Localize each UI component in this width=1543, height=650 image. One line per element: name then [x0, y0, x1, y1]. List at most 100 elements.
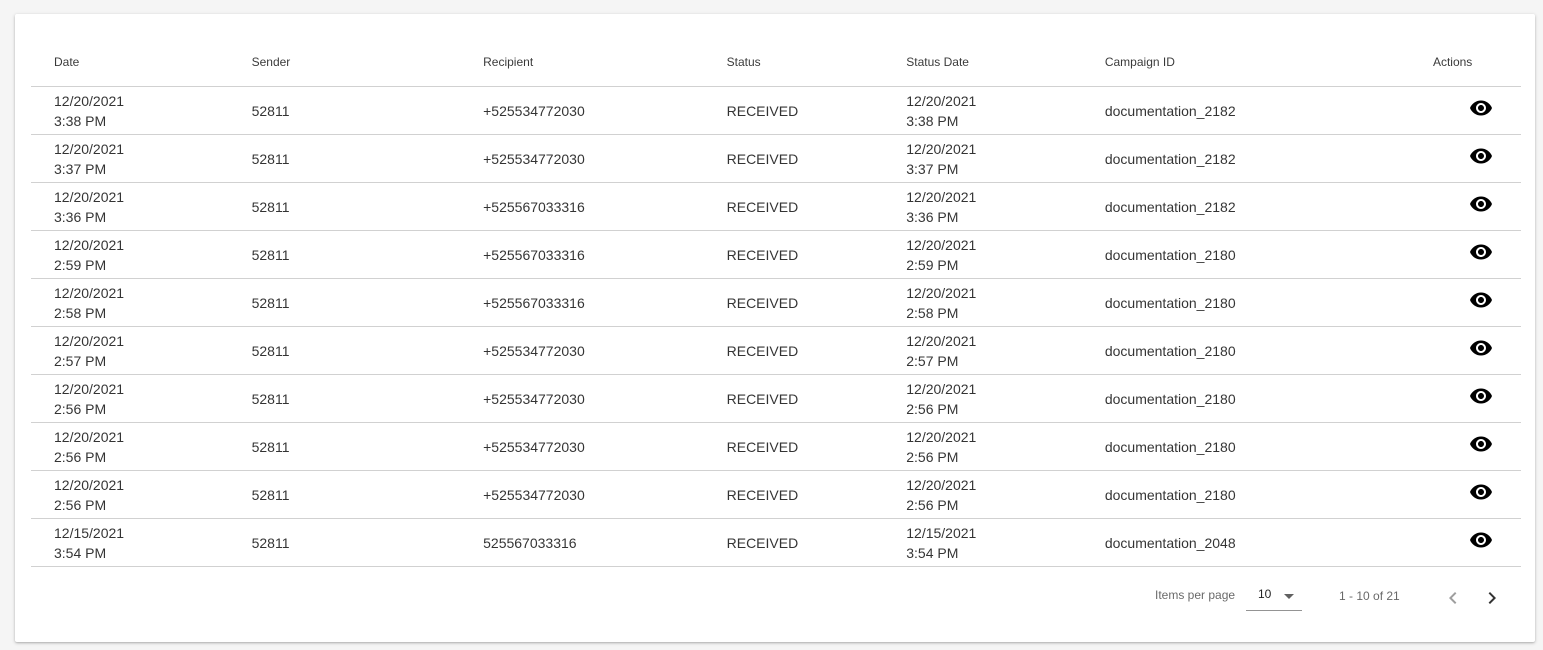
messages-table: Date Sender Recipient Status Status Date…: [31, 38, 1521, 567]
items-per-page-value: 10: [1258, 587, 1272, 601]
date-cell: 12/20/2021 2:57 PM: [31, 331, 252, 371]
status-time-value: 3:54 PM: [906, 544, 959, 561]
sender-cell: 52811: [251, 294, 290, 311]
time-value: 2:56 PM: [54, 400, 107, 417]
eye-icon[interactable]: [1468, 239, 1494, 265]
eye-icon[interactable]: [1468, 143, 1494, 169]
sender-cell: 52811: [251, 342, 290, 359]
sender-cell: 52811: [251, 486, 290, 503]
recipient-cell: +525534772030: [483, 438, 585, 455]
previous-page-button[interactable]: [1441, 586, 1465, 610]
items-per-page-select[interactable]: 10: [1246, 584, 1302, 611]
messages-table-card: Date Sender Recipient Status Status Date…: [15, 14, 1535, 642]
table-row: 12/20/2021 3:36 PM 52811 +525567033316 RECEI…: [31, 183, 1521, 231]
status-cell: RECEIVED: [726, 534, 799, 551]
recipient-cell: +525534772030: [483, 390, 585, 407]
column-header-date[interactable]: Date: [31, 55, 252, 69]
campaign-id-cell: documentation_2180: [1104, 294, 1236, 311]
status-date-value: 12/20/2021: [906, 92, 977, 109]
status-cell: RECEIVED: [726, 390, 799, 407]
table-row: 12/20/2021 2:57 PM 52811 +525534772030 RECEI…: [31, 327, 1521, 375]
time-value: 3:38 PM: [54, 112, 107, 129]
column-header-recipient[interactable]: Recipient: [483, 55, 727, 69]
date-cell: 12/20/2021 2:56 PM: [31, 475, 252, 515]
campaign-id-cell: documentation_2048: [1104, 534, 1236, 551]
date-cell: 12/20/2021 3:38 PM: [31, 91, 252, 131]
campaign-id-cell: documentation_2180: [1104, 438, 1236, 455]
status-date-cell: 12/20/2021 3:38 PM: [906, 91, 1105, 131]
status-cell: RECEIVED: [726, 438, 799, 455]
status-time-value: 2:58 PM: [906, 304, 959, 321]
sender-cell: 52811: [251, 198, 290, 215]
table-body: 12/20/2021 3:38 PM 52811 +525534772030 RECEI…: [31, 87, 1521, 567]
table-row: 12/20/2021 2:56 PM 52811 +525534772030 RECEI…: [31, 471, 1521, 519]
date-value: 12/20/2021: [54, 428, 125, 445]
campaign-id-cell: documentation_2180: [1104, 342, 1236, 359]
eye-icon[interactable]: [1468, 95, 1494, 121]
sender-cell: 52811: [251, 102, 290, 119]
actions-cell: [1384, 100, 1521, 121]
campaign-id-cell: documentation_2180: [1104, 246, 1236, 263]
status-date-value: 12/20/2021: [906, 380, 977, 397]
date-value: 12/20/2021: [54, 380, 125, 397]
status-date-value: 12/20/2021: [906, 284, 977, 301]
status-time-value: 2:56 PM: [906, 448, 959, 465]
status-date-cell: 12/20/2021 2:58 PM: [906, 283, 1105, 323]
eye-icon[interactable]: [1468, 335, 1494, 361]
status-date-value: 12/20/2021: [906, 332, 977, 349]
table-row: 12/20/2021 3:38 PM 52811 +525534772030 RECEI…: [31, 87, 1521, 135]
date-value: 12/20/2021: [54, 476, 125, 493]
time-value: 3:54 PM: [54, 544, 107, 561]
column-header-status[interactable]: Status: [727, 55, 907, 69]
table-row: 12/20/2021 2:56 PM 52811 +525534772030 RECEI…: [31, 375, 1521, 423]
table-row: 12/20/2021 3:37 PM 52811 +525534772030 RECEI…: [31, 135, 1521, 183]
status-date-cell: 12/20/2021 2:59 PM: [906, 235, 1105, 275]
next-page-button[interactable]: [1480, 586, 1504, 610]
sender-cell: 52811: [251, 534, 290, 551]
actions-cell: [1384, 532, 1521, 553]
table-row: 12/20/2021 2:56 PM 52811 +525534772030 RECEI…: [31, 423, 1521, 471]
time-value: 2:59 PM: [54, 256, 107, 273]
sender-cell: 52811: [251, 246, 290, 263]
status-date-cell: 12/20/2021 2:56 PM: [906, 427, 1105, 467]
campaign-id-cell: documentation_2180: [1104, 486, 1236, 503]
time-value: 2:56 PM: [54, 496, 107, 513]
eye-icon[interactable]: [1468, 479, 1494, 505]
status-date-cell: 12/20/2021 3:37 PM: [906, 139, 1105, 179]
status-date-value: 12/20/2021: [906, 476, 977, 493]
status-date-value: 12/20/2021: [906, 428, 977, 445]
status-time-value: 2:56 PM: [906, 496, 959, 513]
date-cell: 12/20/2021 2:59 PM: [31, 235, 252, 275]
date-value: 12/20/2021: [54, 140, 125, 157]
chevron-left-icon: [1449, 592, 1457, 604]
recipient-cell: +525534772030: [483, 486, 585, 503]
page-range-label: 1 - 10 of 21: [1339, 589, 1400, 603]
recipient-cell: +525567033316: [483, 198, 585, 215]
status-cell: RECEIVED: [726, 294, 799, 311]
column-header-status-date[interactable]: Status Date: [906, 55, 1105, 69]
status-time-value: 2:59 PM: [906, 256, 959, 273]
actions-cell: [1384, 436, 1521, 457]
items-per-page-label: Items per page: [1155, 588, 1236, 602]
campaign-id-cell: documentation_2182: [1104, 102, 1236, 119]
column-header-sender[interactable]: Sender: [252, 55, 484, 69]
eye-icon[interactable]: [1468, 191, 1494, 217]
status-date-value: 12/20/2021: [906, 140, 977, 157]
column-header-campaign-id[interactable]: Campaign ID: [1105, 55, 1384, 69]
eye-icon[interactable]: [1468, 287, 1494, 313]
date-cell: 12/20/2021 3:37 PM: [31, 139, 252, 179]
eye-icon[interactable]: [1468, 527, 1494, 553]
eye-icon[interactable]: [1468, 431, 1494, 457]
date-cell: 12/20/2021 3:36 PM: [31, 187, 252, 227]
time-value: 3:37 PM: [54, 160, 107, 177]
date-cell: 12/20/2021 2:56 PM: [31, 379, 252, 419]
date-cell: 12/15/2021 3:54 PM: [31, 523, 252, 563]
status-time-value: 2:57 PM: [906, 352, 959, 369]
status-time-value: 3:36 PM: [906, 208, 959, 225]
status-date-cell: 12/20/2021 3:36 PM: [906, 187, 1105, 227]
actions-cell: [1384, 244, 1521, 265]
date-cell: 12/20/2021 2:58 PM: [31, 283, 252, 323]
eye-icon[interactable]: [1468, 383, 1494, 409]
date-cell: 12/20/2021 2:56 PM: [31, 427, 252, 467]
date-value: 12/15/2021: [54, 524, 125, 541]
